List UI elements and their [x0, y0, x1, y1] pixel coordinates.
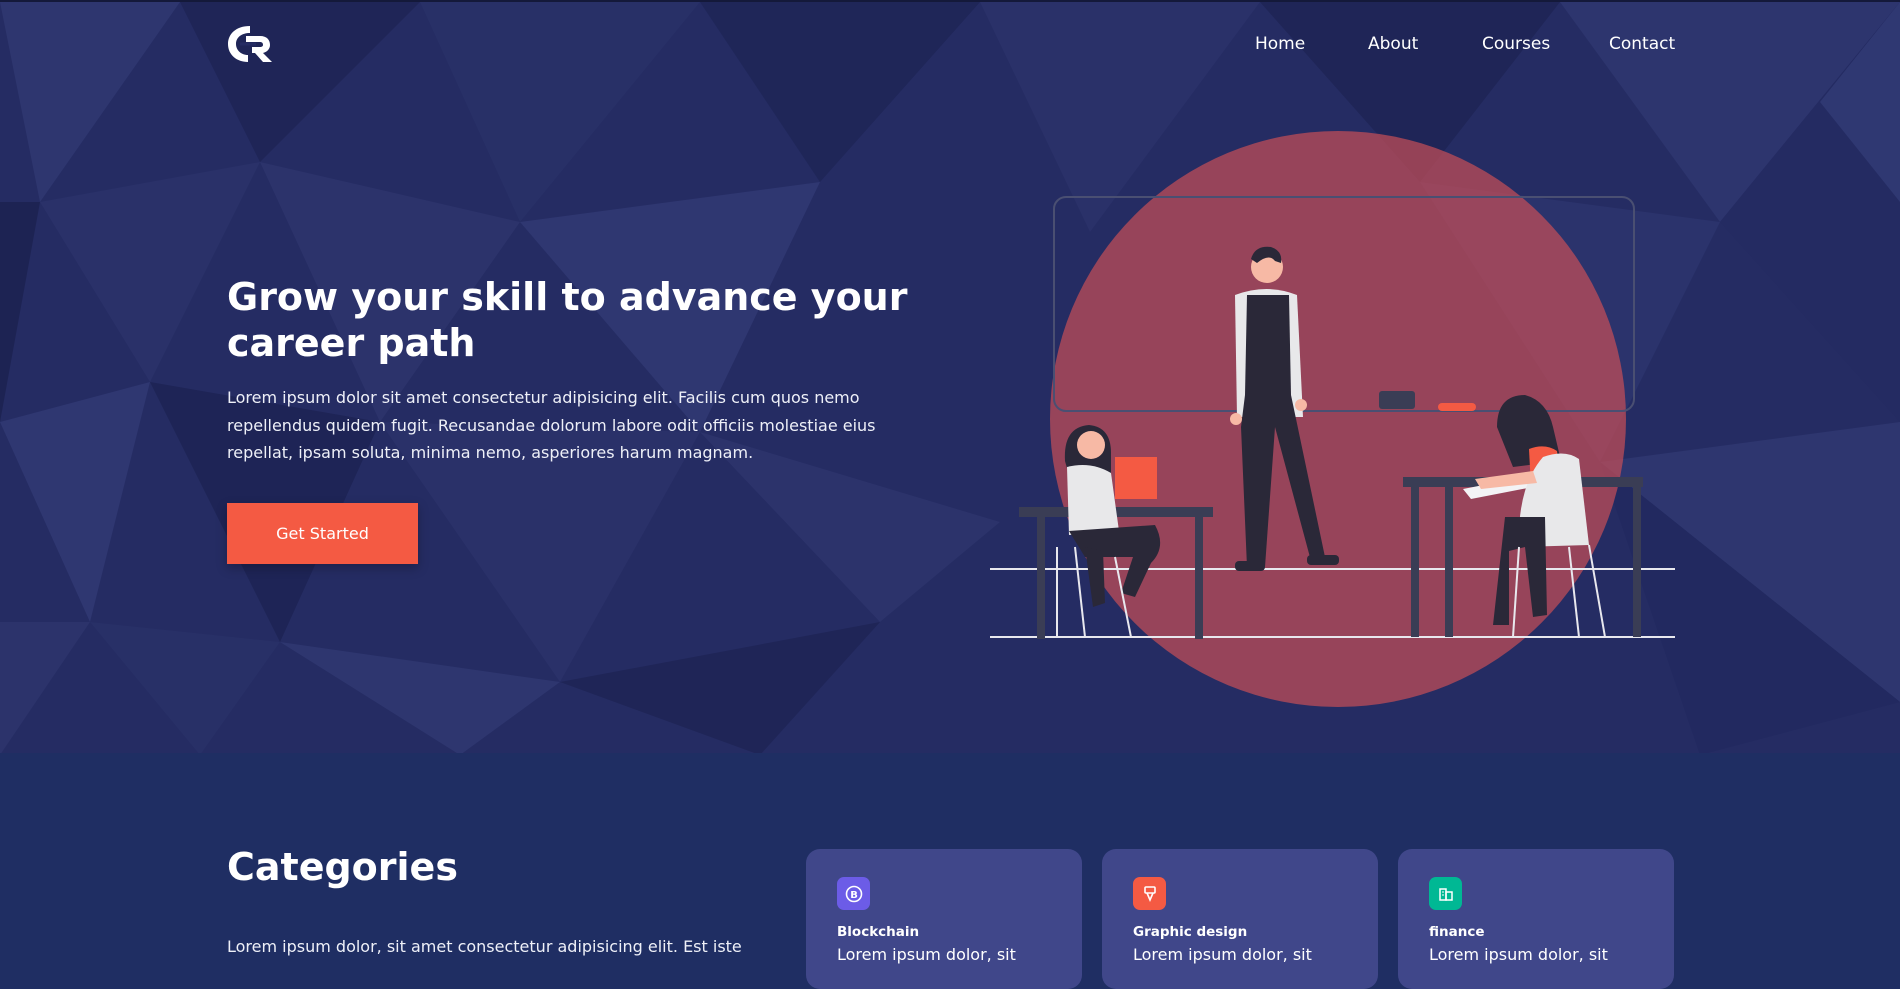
categories-section: Categories Lorem ipsum dolor, sit amet c…	[0, 753, 1900, 989]
category-text: Lorem ipsum dolor, sit	[837, 945, 1016, 964]
svg-text:B: B	[850, 890, 858, 901]
nav-contact[interactable]: Contact	[1609, 34, 1675, 54]
hero-title: Grow your skill to advance your career p…	[227, 275, 908, 365]
pen-tool-icon	[1133, 877, 1166, 910]
category-name: Blockchain	[837, 924, 920, 940]
category-card-blockchain[interactable]: B Blockchain Lorem ipsum dolor, sit	[806, 849, 1082, 989]
nav-courses[interactable]: Courses	[1482, 34, 1550, 54]
category-text: Lorem ipsum dolor, sit	[1429, 945, 1608, 964]
category-name: finance	[1429, 924, 1485, 940]
category-card-finance[interactable]: finance Lorem ipsum dolor, sit	[1398, 849, 1674, 989]
hero-description: Lorem ipsum dolor sit amet consectetur a…	[227, 388, 876, 462]
bitcoin-icon: B	[837, 877, 870, 910]
brand-logo[interactable]	[226, 22, 276, 66]
category-name: Graphic design	[1133, 924, 1248, 940]
building-icon	[1429, 877, 1462, 910]
get-started-button[interactable]: Get Started	[227, 503, 418, 564]
hero-section: Home About Courses Contact Grow your ski…	[0, 0, 1900, 753]
classroom-illustration	[990, 131, 1675, 707]
categories-description: Lorem ipsum dolor, sit amet consectetur …	[227, 937, 742, 956]
categories-title: Categories	[227, 845, 458, 889]
nav-home[interactable]: Home	[1255, 34, 1305, 54]
category-card-graphic-design[interactable]: Graphic design Lorem ipsum dolor, sit	[1102, 849, 1378, 989]
nav-about[interactable]: About	[1368, 34, 1418, 54]
category-text: Lorem ipsum dolor, sit	[1133, 945, 1312, 964]
